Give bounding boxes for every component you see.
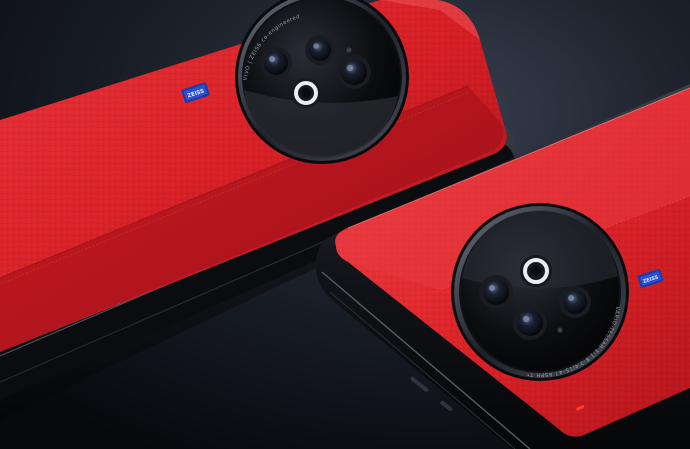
product-photo-scene: ZEISS VIVO | ZEISS co-engineered ZEISS V… [0,0,690,449]
product-photo: ZEISS VIVO | ZEISS co-engineered ZEISS V… [0,0,690,449]
